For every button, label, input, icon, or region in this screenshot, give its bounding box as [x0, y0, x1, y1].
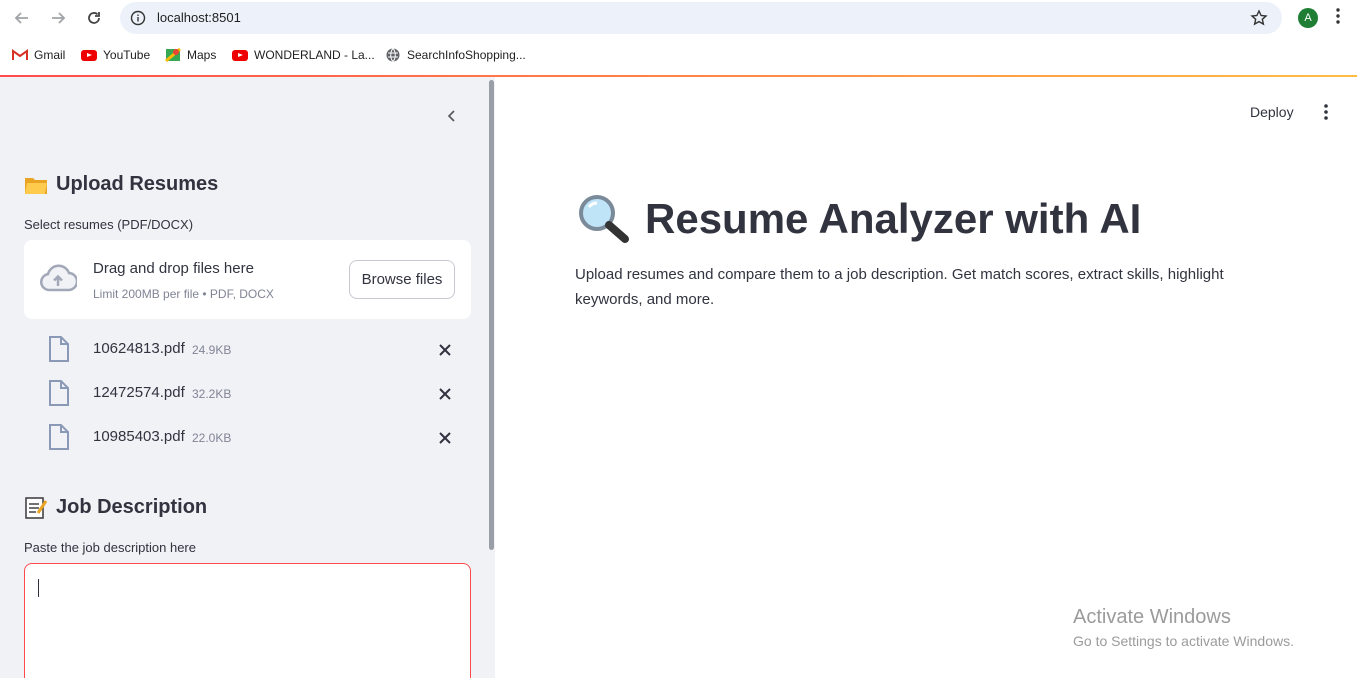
file-name: 10624813.pdf [93, 340, 185, 357]
bookmark-star-icon[interactable] [1250, 9, 1268, 32]
page-description: Upload resumes and compare them to a job… [575, 266, 1224, 308]
remove-file-icon[interactable] [437, 386, 453, 407]
bookmark-label: SearchInfoShopping... [407, 48, 526, 62]
browser-menu-icon[interactable] [1336, 8, 1340, 29]
arrow-left-icon [14, 12, 28, 24]
bookmark-wonderland[interactable]: WONDERLAND - La... [232, 47, 375, 63]
url-text[interactable]: localhost:8501 [157, 10, 241, 25]
cloud-upload-icon [39, 264, 79, 299]
gmail-icon [12, 47, 28, 63]
file-size: 24.9KB [192, 343, 232, 357]
job-description-label: Paste the job description here [24, 540, 196, 555]
file-size: 22.0KB [192, 431, 232, 445]
file-dropzone[interactable]: Drag and drop files here Limit 200MB per… [24, 240, 471, 319]
file-name: 10985403.pdf [93, 428, 185, 445]
maps-icon [165, 47, 181, 63]
browse-files-button[interactable]: Browse files [349, 260, 455, 299]
file-size: 32.2KB [192, 387, 232, 401]
browser-toolbar: localhost:8501 A [0, 0, 1357, 36]
profile-avatar[interactable]: A [1298, 8, 1318, 28]
sidebar: Upload Resumes Select resumes (PDF/DOCX)… [0, 77, 495, 678]
app-menu-icon[interactable] [1324, 104, 1328, 125]
bookmarks-bar: Gmail YouTube Maps WONDERLAND - La... Se… [0, 36, 1357, 75]
reload-button[interactable] [82, 6, 106, 30]
sidebar-scrollbar[interactable] [489, 80, 494, 550]
address-bar[interactable]: localhost:8501 [120, 2, 1282, 34]
file-icon [48, 336, 70, 367]
reload-icon [88, 12, 100, 24]
bookmark-label: Gmail [34, 48, 66, 62]
job-description-heading: Job Description [24, 496, 207, 519]
site-info-icon[interactable] [130, 10, 146, 31]
dropzone-title: Drag and drop files here [93, 260, 254, 277]
bookmark-label: YouTube [103, 48, 151, 62]
globe-icon [385, 47, 401, 63]
main-content: Deploy Resume Analyzer with AI Upload re… [495, 77, 1357, 678]
uploaded-file-row: 12472574.pdf 32.2KB [24, 374, 471, 414]
forward-button[interactable] [46, 6, 70, 30]
job-description-textarea[interactable] [24, 563, 471, 678]
chevron-left-icon [447, 110, 455, 122]
bookmark-label: Maps [187, 48, 217, 62]
bookmark-maps[interactable]: Maps [165, 47, 216, 63]
youtube-icon [232, 47, 248, 63]
remove-file-icon[interactable] [437, 342, 453, 363]
file-name: 12472574.pdf [93, 384, 185, 401]
uploaded-file-row: 10624813.pdf 24.9KB [24, 330, 471, 370]
magnifier-icon [579, 195, 629, 243]
bookmark-youtube[interactable]: YouTube [81, 47, 150, 63]
page-title: Resume Analyzer with AI [575, 193, 1141, 245]
bookmark-label: WONDERLAND - La... [254, 48, 375, 62]
uploaded-file-row: 10985403.pdf 22.0KB [24, 418, 471, 458]
deploy-button[interactable]: Deploy [1250, 104, 1294, 120]
file-icon [48, 380, 70, 411]
text-caret [38, 579, 39, 597]
back-button[interactable] [10, 6, 34, 30]
collapse-sidebar-button[interactable] [444, 108, 460, 129]
remove-file-icon[interactable] [437, 430, 453, 451]
folder-icon [25, 177, 47, 194]
arrow-right-icon [52, 12, 66, 24]
windows-activation-watermark: Activate Windows Go to Settings to activ… [1073, 606, 1294, 649]
youtube-icon [81, 47, 97, 63]
bookmark-gmail[interactable]: Gmail [12, 47, 65, 63]
memo-icon [25, 496, 48, 519]
dropzone-limit: Limit 200MB per file • PDF, DOCX [93, 287, 274, 301]
upload-resumes-heading: Upload Resumes [24, 173, 218, 196]
file-icon [48, 424, 70, 455]
upload-label: Select resumes (PDF/DOCX) [24, 217, 194, 232]
bookmark-searchinfo[interactable]: SearchInfoShopping... [385, 47, 526, 63]
